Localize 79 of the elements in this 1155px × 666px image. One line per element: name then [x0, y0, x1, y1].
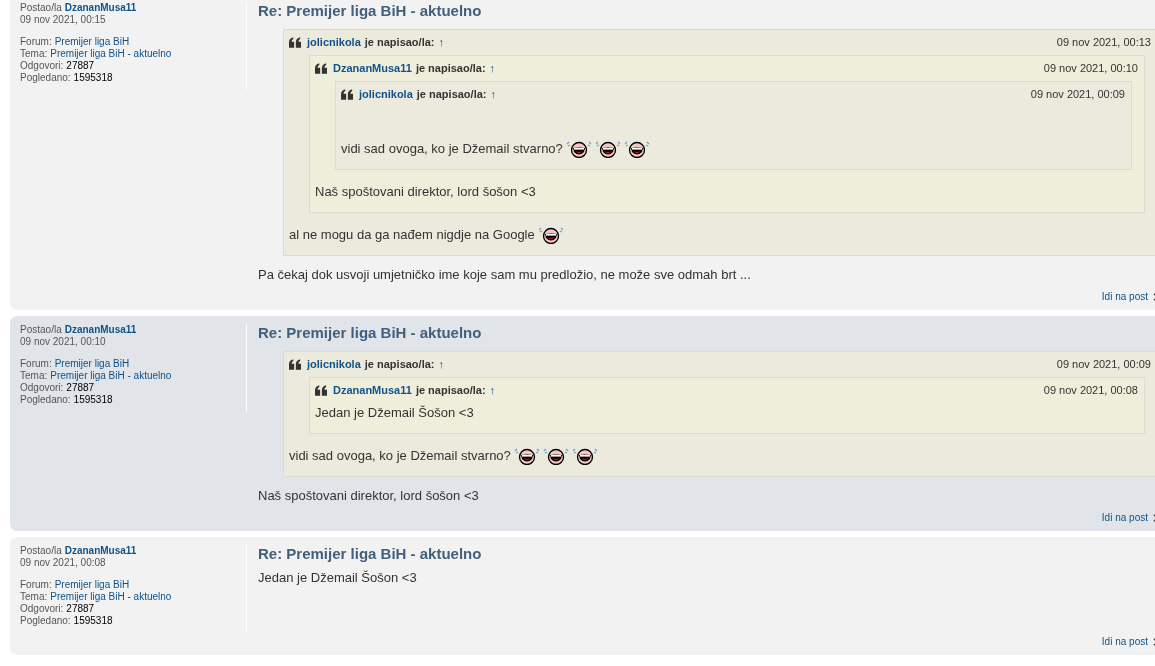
- laughing-face-icon: [623, 140, 650, 158]
- author-label: Postao/la: [20, 2, 62, 13]
- forum-link[interactable]: Premijer liga BiH: [54, 579, 130, 590]
- meta-label: Forum:: [20, 36, 52, 47]
- forum-link[interactable]: Premijer liga BiH - aktuelno: [50, 370, 172, 381]
- meta-label: Pogledano:: [20, 615, 71, 626]
- username-link[interactable]: jolicnikola: [307, 357, 361, 371]
- jump-link[interactable]: ↑: [489, 61, 496, 75]
- quote-label: je napisao/la:: [416, 87, 487, 101]
- username-link[interactable]: DzananMusa11: [64, 545, 137, 556]
- forum-link[interactable]: Premijer liga BiH: [54, 358, 130, 369]
- post-text: al ne mogu da ga nađem nigdje na Google: [289, 226, 535, 244]
- meta-value: 1595318: [73, 615, 113, 626]
- username-link[interactable]: jolicnikola: [359, 87, 413, 101]
- quote-label: je napisao/la:: [415, 383, 486, 397]
- quote-label: je napisao/la:: [415, 61, 486, 75]
- post-text: Jedan je Džemail Šošon <3: [258, 569, 417, 587]
- jump-link[interactable]: ↑: [490, 87, 496, 101]
- post-text: Pa čekaj dok usvoji umjetničko ime koje sam mu predložio, ne može sve odmah brt ...: [258, 266, 751, 284]
- laughing-face-icon: [571, 447, 598, 465]
- quote-label: je napisao/la:: [364, 357, 435, 371]
- author-label: Postao/la: [20, 545, 62, 556]
- username-link[interactable]: DzananMusa11: [333, 61, 412, 75]
- meta-label: Tema:: [20, 591, 48, 602]
- quote-date: 09 nov 2021, 00:13: [1056, 35, 1151, 49]
- post-title[interactable]: Re: Premijer liga BiH - aktuelno: [258, 2, 482, 20]
- laughing-face-icon: [537, 226, 564, 244]
- quote-date: 09 nov 2021, 00:08: [1043, 383, 1138, 397]
- post-time: 09 nov 2021, 00:10: [20, 336, 107, 348]
- username-link[interactable]: DzananMusa11: [333, 383, 412, 397]
- quote-icon: [289, 36, 301, 48]
- jump-link[interactable]: ↑: [438, 357, 444, 371]
- post-time: 09 nov 2021, 00:15: [20, 14, 107, 26]
- forum-link[interactable]: Premijer liga BiH: [54, 36, 130, 47]
- go-to-post-link[interactable]: Idi na post: [1101, 512, 1148, 523]
- quote-date: 09 nov 2021, 00:09: [1056, 357, 1151, 371]
- quote-date: 09 nov 2021, 00:09: [1030, 87, 1125, 101]
- laughing-face-icon: [542, 447, 569, 465]
- post-text: Naš spoštovani direktor, lord šošon <3: [258, 487, 479, 505]
- username-link[interactable]: DzananMusa11: [64, 324, 137, 335]
- post-time: 09 nov 2021, 00:08: [20, 557, 107, 569]
- author-label: Postao/la: [20, 324, 62, 335]
- laughing-face-icon: [594, 140, 621, 158]
- meta-value: 27887: [66, 382, 95, 393]
- laughing-face-icon: [513, 447, 540, 465]
- quote-icon: [315, 384, 327, 396]
- jump-link[interactable]: ↑: [489, 383, 496, 397]
- quote-icon: [315, 62, 327, 74]
- meta-label: Pogledano:: [20, 72, 71, 83]
- meta-label: Forum:: [20, 358, 52, 369]
- go-to-post-link[interactable]: Idi na post: [1101, 291, 1148, 302]
- meta-value: 1595318: [73, 72, 113, 83]
- quote-icon: [341, 88, 353, 100]
- meta-value: 1595318: [73, 394, 113, 405]
- go-to-post-link[interactable]: Idi na post: [1101, 636, 1148, 647]
- jump-link[interactable]: ↑: [438, 35, 444, 49]
- post-text: vidi sad ovoga, ko je Džemail stvarno?: [289, 447, 511, 465]
- meta-label: Odgovori:: [20, 382, 64, 393]
- meta-label: Forum:: [20, 579, 52, 590]
- quote-icon: [289, 358, 301, 370]
- quote-label: je napisao/la:: [364, 35, 435, 49]
- post-title[interactable]: Re: Premijer liga BiH - aktuelno: [258, 545, 482, 563]
- meta-label: Tema:: [20, 48, 48, 59]
- meta-label: Tema:: [20, 370, 48, 381]
- username-link[interactable]: DzananMusa11: [64, 2, 137, 13]
- meta-label: Pogledano:: [20, 394, 71, 405]
- post-text: vidi sad ovoga, ko je Džemail stvarno?: [341, 140, 563, 158]
- meta-label: Odgovori:: [20, 603, 64, 614]
- laughing-face-icon: [565, 140, 592, 158]
- quote-date: 09 nov 2021, 00:10: [1043, 61, 1138, 75]
- forum-link[interactable]: Premijer liga BiH - aktuelno: [50, 48, 172, 59]
- meta-value: 27887: [66, 603, 95, 614]
- username-link[interactable]: jolicnikola: [307, 35, 361, 49]
- post-text: Naš spoštovani direktor, lord šošon <3: [315, 183, 536, 201]
- meta-label: Odgovori:: [20, 60, 64, 71]
- meta-value: 27887: [66, 60, 95, 71]
- post-text: Jedan je Džemail Šošon <3: [315, 404, 474, 422]
- post-title[interactable]: Re: Premijer liga BiH - aktuelno: [258, 324, 482, 342]
- forum-link[interactable]: Premijer liga BiH - aktuelno: [50, 591, 172, 602]
